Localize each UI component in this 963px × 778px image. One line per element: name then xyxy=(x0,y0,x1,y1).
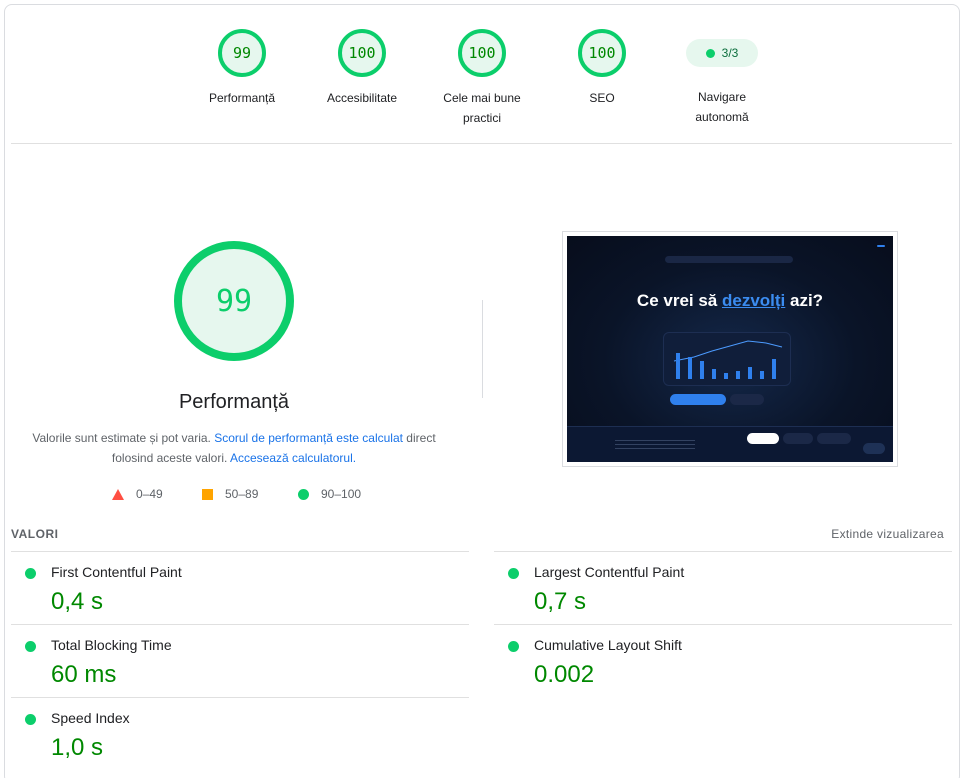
screenshot-search xyxy=(665,256,793,263)
cookie-accept xyxy=(747,433,779,444)
vertical-divider xyxy=(482,300,483,398)
metric-name: Cumulative Layout Shift xyxy=(534,637,682,653)
score-description: Valorile sunt estimate și pot varia. Sco… xyxy=(24,428,444,468)
circle-icon xyxy=(298,488,309,500)
legend-range: 50–89 xyxy=(225,487,259,501)
pass-circle-icon xyxy=(25,641,36,652)
legend-range: 90–100 xyxy=(321,487,362,501)
metric-value: 60 ms xyxy=(51,661,117,688)
gauge-label: Performanță xyxy=(208,91,276,105)
metric-name: Speed Index xyxy=(51,710,130,726)
triangle-icon xyxy=(112,488,124,500)
gauge-score: 100 xyxy=(458,29,506,77)
cookie-customize xyxy=(817,433,851,444)
metric-speed-index: Speed Index 1,0 s xyxy=(11,697,469,770)
metric-name: First Contentful Paint xyxy=(51,564,182,580)
screenshot-chart xyxy=(673,340,783,379)
pass-circle-icon xyxy=(508,568,519,579)
divider xyxy=(11,143,952,144)
hero-text: azi? xyxy=(785,291,824,310)
final-screenshot[interactable]: Ce vrei să dezvolți azi? xyxy=(562,231,898,467)
performance-score-gauge: 99 xyxy=(174,241,294,361)
square-icon xyxy=(202,488,213,500)
performance-title: Performanță xyxy=(178,391,290,413)
screenshot-image: Ce vrei să dezvolți azi? xyxy=(567,236,893,462)
metric-value: 1,0 s xyxy=(51,734,104,761)
pass-dot-icon xyxy=(705,48,715,58)
gauge-label: SEO xyxy=(589,91,615,105)
metrics-heading: VALORI xyxy=(11,527,59,541)
calculator-link[interactable]: Accesează calculatorul. xyxy=(230,451,356,465)
metric-fcp: First Contentful Paint 0,4 s xyxy=(11,551,469,624)
score-legend: 0–49 50–89 90–100 xyxy=(0,487,460,505)
gauge-label: Cele mai bune practici xyxy=(443,91,521,125)
gauge-score: 100 xyxy=(338,29,386,77)
pass-circle-icon xyxy=(25,568,36,579)
legend-range: 0–49 xyxy=(136,487,163,501)
category-gauges: 99 Performanță 100 Accesibilitate 100 Ce… xyxy=(0,29,963,139)
legend-average: 50–89 xyxy=(202,487,258,501)
screenshot-nav xyxy=(577,242,885,250)
screenshot-secondary-button xyxy=(730,394,764,405)
screenshot-chart-card xyxy=(663,332,791,386)
cookie-text xyxy=(615,440,695,452)
hero-text: Ce vrei să xyxy=(636,291,722,310)
gauge-label: Navigare autonomă xyxy=(695,90,749,124)
desc-text: Valorile sunt estimate și pot varia. xyxy=(32,431,215,445)
autonomous-badge: 3/3 xyxy=(686,39,758,67)
nav-button xyxy=(877,245,885,247)
gauge-seo[interactable]: 100 SEO xyxy=(547,29,657,108)
gauge-accessibility[interactable]: 100 Accesibilitate xyxy=(307,29,417,108)
score-calculation-link[interactable]: Scorul de performanță este calculat xyxy=(214,431,403,445)
expand-view-toggle[interactable]: Extinde vizualizarea xyxy=(831,527,944,541)
metric-name: Total Blocking Time xyxy=(51,637,172,653)
screenshot-cookie-banner xyxy=(567,426,893,462)
legend-pass: 90–100 xyxy=(298,487,361,501)
metric-lcp: Largest Contentful Paint 0,7 s xyxy=(494,551,952,624)
gauge-score: 100 xyxy=(578,29,626,77)
cookie-reject xyxy=(783,433,813,444)
gauge-label: Accesibilitate xyxy=(326,91,398,105)
metric-tbt: Total Blocking Time 60 ms xyxy=(11,624,469,697)
metric-value: 0.002 xyxy=(534,661,595,688)
metric-cls: Cumulative Layout Shift 0.002 xyxy=(494,624,952,697)
screenshot-hero: Ce vrei să dezvolți azi? xyxy=(567,291,893,311)
gauge-performance[interactable]: 99 Performanță xyxy=(187,29,297,108)
pass-circle-icon xyxy=(508,641,519,652)
metric-value: 0,7 s xyxy=(534,588,587,615)
gauge-autonomous-navigation[interactable]: 3/3 Navigare autonomă xyxy=(667,29,777,127)
hero-highlight: dezvolți xyxy=(721,291,786,310)
legend-fail: 0–49 xyxy=(112,487,163,501)
gauge-best-practices[interactable]: 100 Cele mai bune practici xyxy=(427,29,537,128)
pass-circle-icon xyxy=(25,714,36,725)
gauge-score: 99 xyxy=(218,29,266,77)
screenshot-chat-button xyxy=(863,443,885,454)
metric-name: Largest Contentful Paint xyxy=(534,564,685,580)
metric-value: 0,4 s xyxy=(51,588,104,615)
screenshot-primary-button xyxy=(670,394,726,405)
autonomous-value: 3/3 xyxy=(721,46,739,60)
